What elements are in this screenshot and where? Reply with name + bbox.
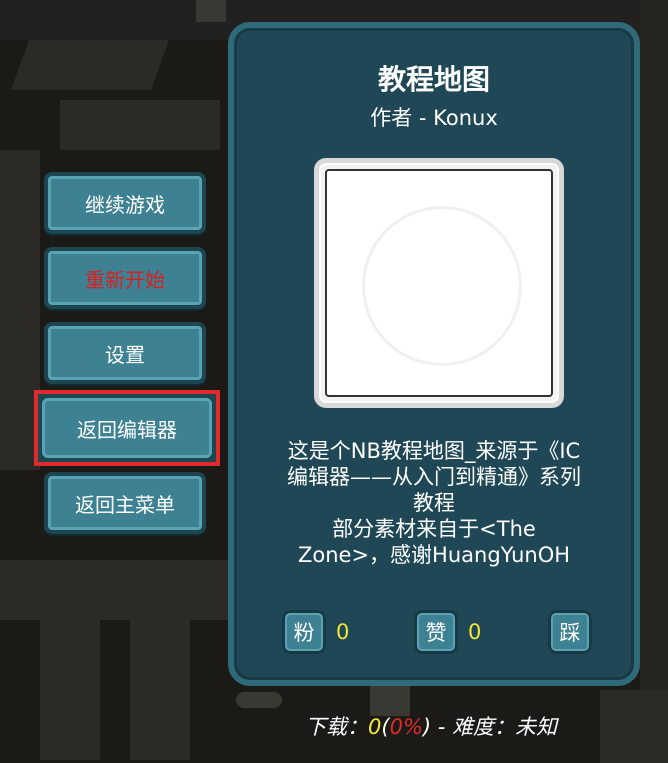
downloads-label: 下载： xyxy=(305,715,368,739)
back-to-main-menu-button[interactable]: 返回主菜单 xyxy=(44,472,206,534)
restart-label: 重新开始 xyxy=(85,267,165,292)
difficulty-label: - 难度：未知 xyxy=(431,715,558,739)
fans-button[interactable]: 粉 xyxy=(282,610,326,654)
level-thumbnail xyxy=(314,158,564,408)
dislike-label: 踩 xyxy=(559,621,581,645)
dislike-button[interactable]: 踩 xyxy=(548,610,592,654)
level-info-panel: 教程地图 作者 - Konux 这是个NB教程地图_来源于《IC 编辑器——从入… xyxy=(228,22,640,686)
close-paren: ) xyxy=(422,715,432,739)
settings-button[interactable]: 设置 xyxy=(44,322,206,384)
restart-button[interactable]: 重新开始 xyxy=(44,247,206,309)
back-to-main-menu-label: 返回主菜单 xyxy=(75,492,175,517)
continue-game-label: 继续游戏 xyxy=(85,192,165,217)
downloads-count: 0 xyxy=(368,715,382,739)
description-line: Zone>，感谢HuangYunOH xyxy=(297,543,571,567)
thumbnail-canvas xyxy=(325,169,553,397)
like-button[interactable]: 赞 xyxy=(414,610,458,654)
fans-count: 0 xyxy=(336,620,350,644)
download-difficulty-info: 下载：0(0%) - 难度：未知 xyxy=(305,711,557,741)
level-title: 教程地图 xyxy=(377,63,490,96)
description-line: 这是个NB教程地图_来源于《IC xyxy=(287,439,581,463)
description-line: 编辑器——从入门到精通》系列 xyxy=(287,465,581,489)
fans-label: 粉 xyxy=(293,621,315,645)
description-line: 部分素材来自于<The xyxy=(332,517,536,541)
continue-game-button[interactable]: 继续游戏 xyxy=(44,172,206,234)
description-line: 教程 xyxy=(413,491,455,515)
downloads-percent: 0% xyxy=(389,715,423,739)
back-to-editor-label: 返回编辑器 xyxy=(77,417,177,442)
back-to-editor-button[interactable]: 返回编辑器 xyxy=(34,390,220,466)
open-paren: ( xyxy=(381,715,390,739)
thumbnail-circle-shape xyxy=(362,206,522,366)
settings-label: 设置 xyxy=(105,342,145,367)
level-author: 作者 - Konux xyxy=(370,106,498,130)
like-label: 赞 xyxy=(425,621,447,645)
level-description: 这是个NB教程地图_来源于《IC 编辑器——从入门到精通》系列 教程 部分素材来… xyxy=(252,438,616,568)
likes-count: 0 xyxy=(468,620,482,644)
